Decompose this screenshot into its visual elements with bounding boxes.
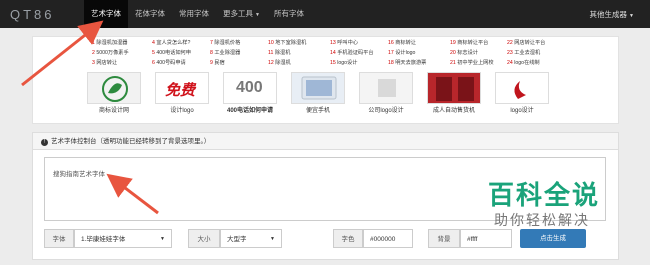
watermark-subtitle: 助你轻松解决 [494, 212, 590, 228]
watermark-title: 百科全说 [488, 180, 601, 210]
